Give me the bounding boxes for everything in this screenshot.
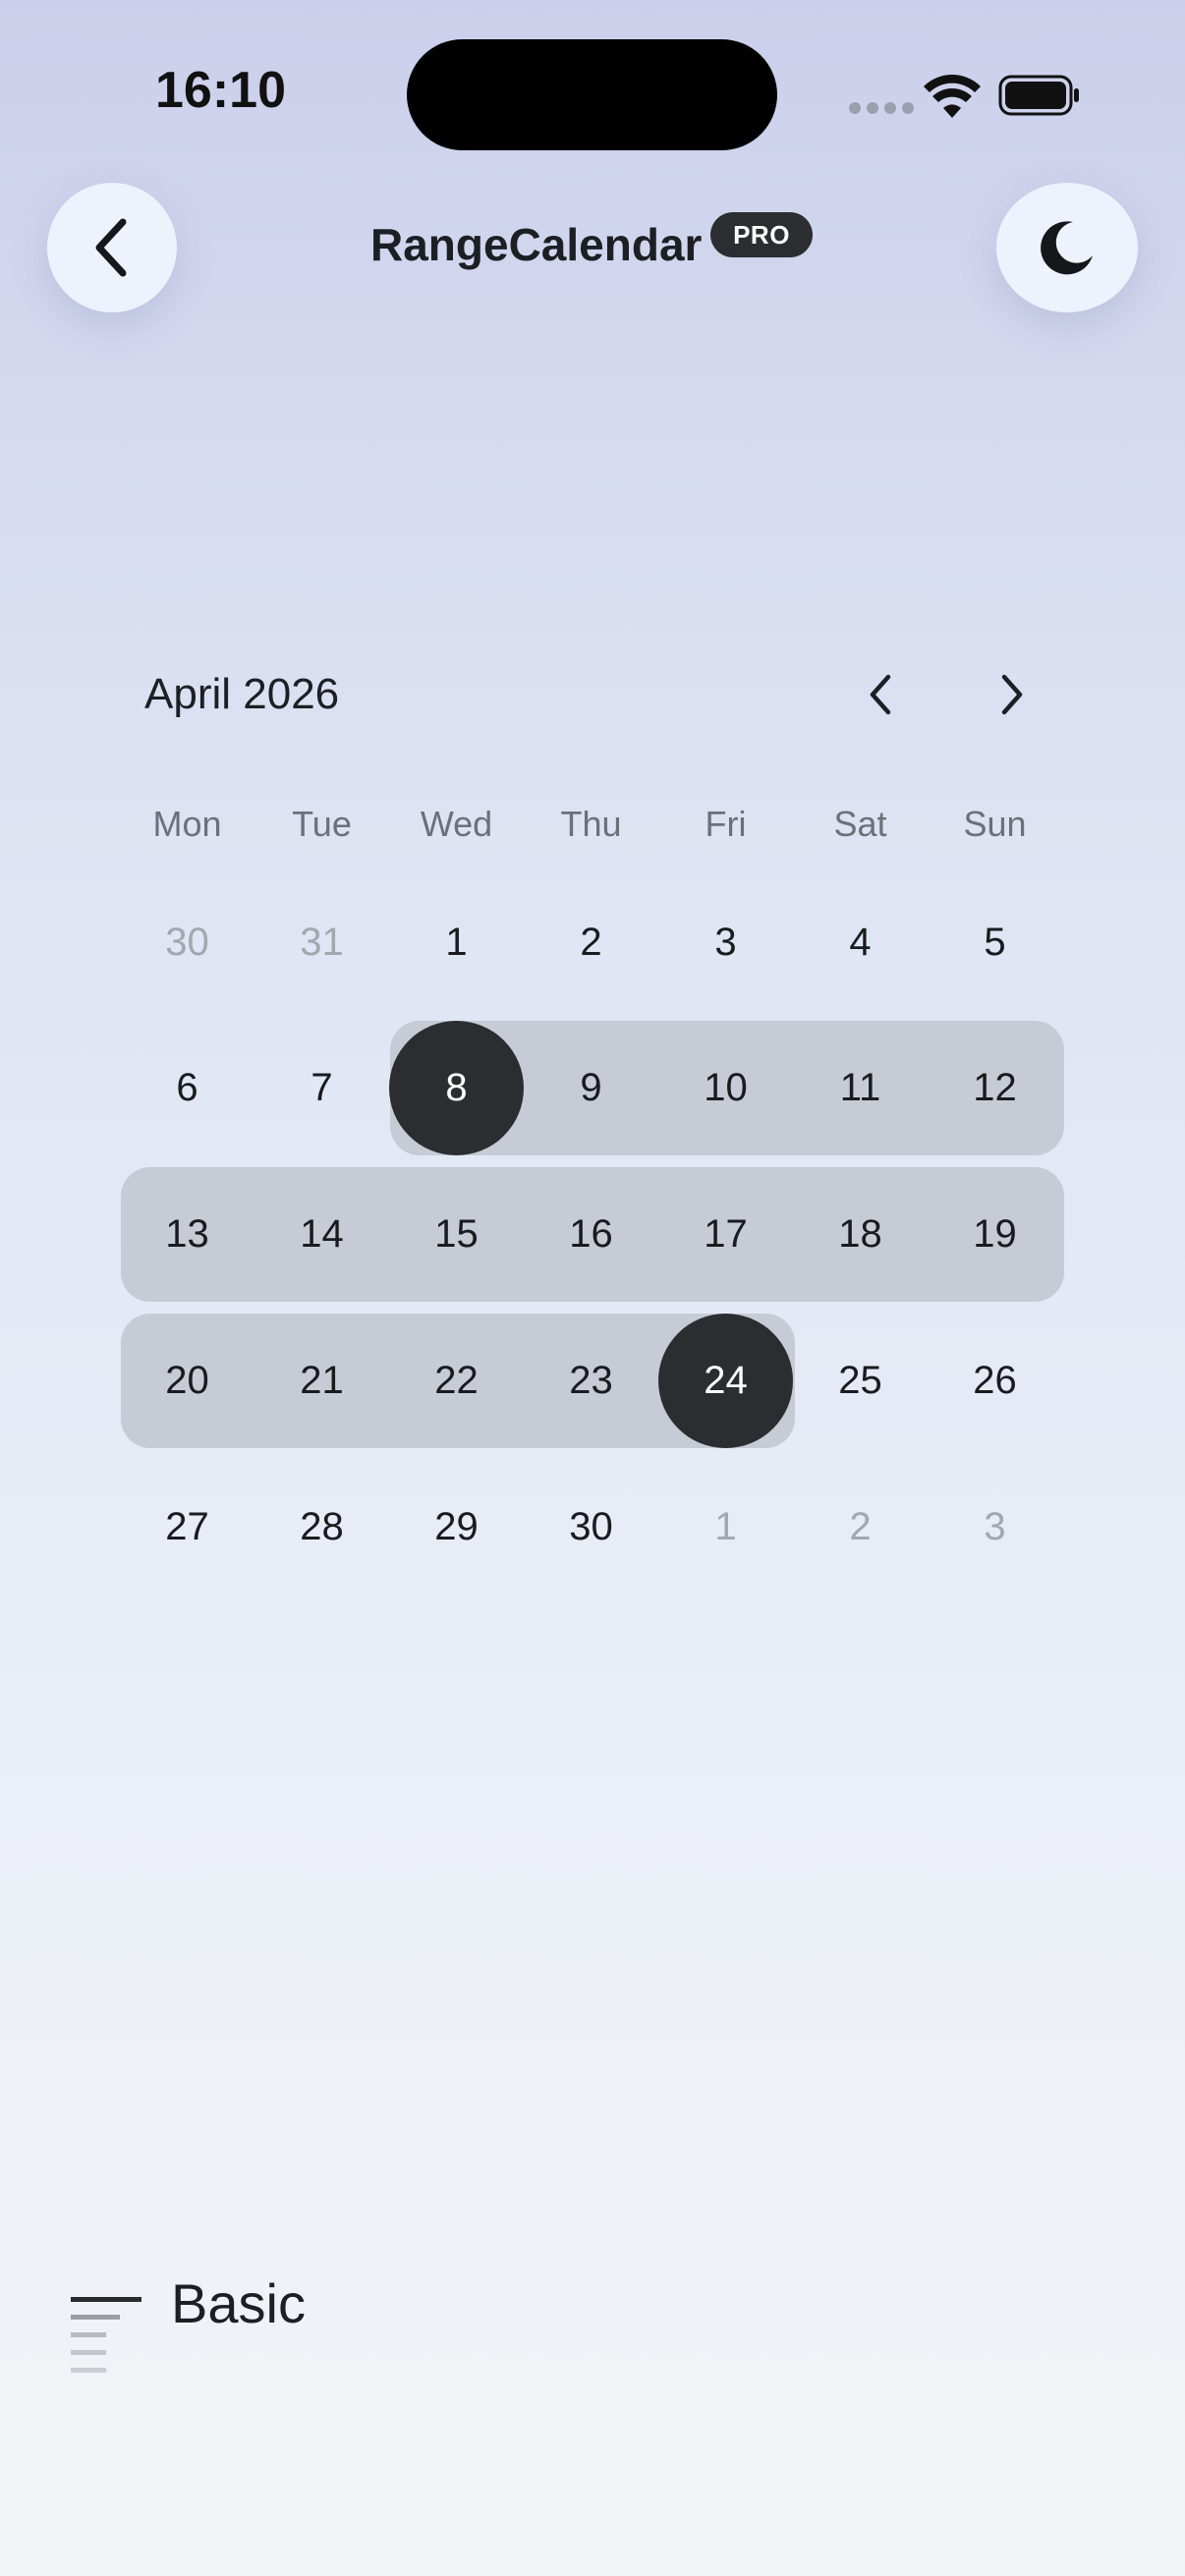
moon-icon: [1041, 221, 1093, 275]
day-cell[interactable]: 2: [524, 875, 658, 1010]
day-number: 5: [984, 921, 1006, 964]
dynamic-island: [407, 39, 777, 150]
day-number: 1: [445, 921, 468, 964]
day-cell[interactable]: 14: [254, 1167, 389, 1302]
weekday-label: Mon: [152, 804, 222, 844]
day-number: 3: [714, 921, 737, 964]
day-number: 13: [165, 1212, 209, 1256]
selected-day-cell[interactable]: 8: [389, 1021, 524, 1155]
menu-lines-icon: [71, 2297, 141, 2373]
chevron-left-icon: [95, 218, 127, 277]
day-cell[interactable]: 7: [254, 1021, 389, 1155]
day-cell[interactable]: 9: [524, 1021, 658, 1155]
weekday-label: Tue: [292, 804, 352, 844]
day-cell[interactable]: 4: [793, 875, 928, 1010]
day-cell[interactable]: 28: [254, 1460, 389, 1595]
day-cell[interactable]: 25: [793, 1314, 928, 1448]
day-number: 6: [176, 1066, 198, 1109]
day-number: 14: [300, 1212, 344, 1256]
day-number: 2: [580, 921, 602, 964]
weekday-label: Wed: [420, 804, 493, 844]
day-number: 7: [310, 1066, 333, 1109]
pro-badge: PRO: [710, 212, 813, 257]
day-cell[interactable]: 19: [928, 1167, 1062, 1302]
day-cell[interactable]: 18: [793, 1167, 928, 1302]
day-cell[interactable]: 6: [120, 1021, 254, 1155]
chevron-right-icon: [1001, 674, 1023, 715]
prev-month-button[interactable]: [847, 660, 916, 729]
day-cell[interactable]: 22: [389, 1314, 524, 1448]
day-cell[interactable]: 27: [120, 1460, 254, 1595]
day-cell[interactable]: 29: [389, 1460, 524, 1595]
day-cell[interactable]: 3: [928, 1460, 1062, 1595]
month-label: April 2026: [144, 670, 340, 718]
day-cell[interactable]: 5: [928, 875, 1062, 1010]
day-number: 31: [300, 921, 344, 964]
day-number: 12: [973, 1066, 1017, 1109]
day-number: 19: [973, 1212, 1017, 1256]
selected-day-cell[interactable]: 24: [658, 1314, 793, 1448]
page-title: RangeCalendar: [370, 219, 703, 270]
day-cell[interactable]: 16: [524, 1167, 658, 1302]
day-cell[interactable]: 17: [658, 1167, 793, 1302]
status-time: 16:10: [155, 62, 286, 119]
day-cell[interactable]: 20: [120, 1314, 254, 1448]
day-number: 2: [849, 1505, 872, 1548]
wifi-icon: [924, 75, 981, 118]
day-cell[interactable]: 2: [793, 1460, 928, 1595]
day-number: 18: [838, 1212, 882, 1256]
day-number: 20: [165, 1359, 209, 1402]
day-cell[interactable]: 31: [254, 875, 389, 1010]
weekday-label: Thu: [560, 804, 622, 844]
day-number: 29: [434, 1505, 479, 1548]
day-cell[interactable]: 30: [524, 1460, 658, 1595]
next-month-button[interactable]: [977, 660, 1045, 729]
day-number: 23: [569, 1359, 613, 1402]
day-cell[interactable]: 1: [389, 875, 524, 1010]
day-cell[interactable]: 23: [524, 1314, 658, 1448]
day-cell[interactable]: 15: [389, 1167, 524, 1302]
day-cell[interactable]: 11: [793, 1021, 928, 1155]
day-number: 1: [714, 1505, 737, 1548]
day-number: 8: [445, 1066, 468, 1109]
day-number: 16: [569, 1212, 613, 1256]
day-number: 28: [300, 1505, 344, 1548]
day-number: 3: [984, 1505, 1006, 1548]
day-number: 9: [580, 1066, 602, 1109]
theme-toggle-button[interactable]: [996, 183, 1138, 312]
day-number: 10: [704, 1066, 748, 1109]
section-title: Basic: [171, 2272, 306, 2334]
day-number: 30: [165, 921, 209, 964]
weekday-label: Fri: [705, 804, 747, 844]
day-number: 26: [973, 1359, 1017, 1402]
weekday-label: Sat: [833, 804, 887, 844]
day-number: 22: [434, 1359, 479, 1402]
weekday-label: Sun: [963, 804, 1027, 844]
day-number: 11: [839, 1066, 881, 1109]
day-number: 17: [704, 1212, 748, 1256]
day-number: 30: [569, 1505, 613, 1548]
day-number: 27: [165, 1505, 209, 1548]
chevron-left-icon: [870, 674, 891, 715]
day-cell[interactable]: 1: [658, 1460, 793, 1595]
day-number: 4: [849, 921, 872, 964]
day-cell[interactable]: 12: [928, 1021, 1062, 1155]
battery-icon: [998, 75, 1079, 116]
day-number: 24: [704, 1359, 748, 1402]
day-cell[interactable]: 21: [254, 1314, 389, 1448]
day-number: 21: [300, 1359, 344, 1402]
day-cell[interactable]: 26: [928, 1314, 1062, 1448]
day-cell[interactable]: 3: [658, 875, 793, 1010]
day-number: 15: [434, 1212, 479, 1256]
day-cell[interactable]: 10: [658, 1021, 793, 1155]
cellular-signal-icon: [849, 102, 914, 114]
day-cell[interactable]: 30: [120, 875, 254, 1010]
day-cell[interactable]: 13: [120, 1167, 254, 1302]
day-number: 25: [838, 1359, 882, 1402]
back-button[interactable]: [47, 183, 177, 312]
